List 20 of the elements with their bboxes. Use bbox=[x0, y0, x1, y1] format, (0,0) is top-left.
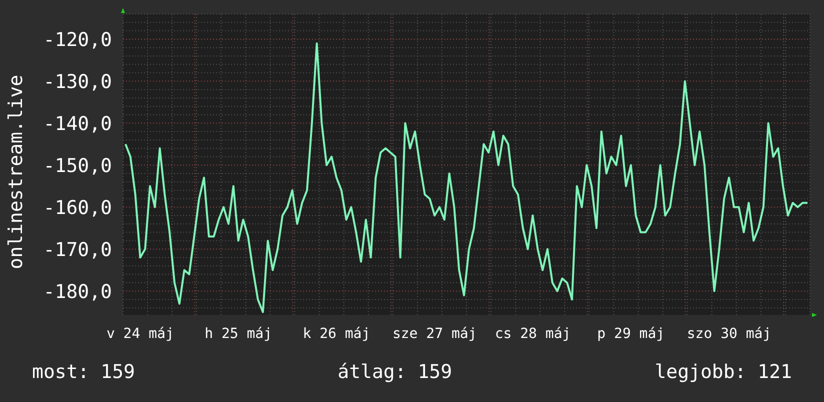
x-tick-label: cs 28 máj bbox=[494, 326, 571, 342]
x-tick-label: sze 27 máj bbox=[392, 326, 477, 342]
y-tick-label: -170,0 bbox=[43, 239, 112, 262]
legend-text: legjobb: 121 bbox=[654, 361, 792, 383]
x-tick-label: szo 30 máj bbox=[686, 326, 772, 342]
x-axis-arrow-icon bbox=[812, 313, 817, 317]
y-tick-label: -180,0 bbox=[43, 281, 112, 304]
y-tick-label: -120,0 bbox=[43, 29, 112, 52]
x-tick-label: h 25 máj bbox=[204, 326, 272, 342]
y-tick-label: -130,0 bbox=[43, 71, 112, 94]
y-tick-label: -150,0 bbox=[43, 155, 112, 178]
x-tick-label: v 24 máj bbox=[106, 326, 174, 342]
x-tick-label: k 26 máj bbox=[302, 326, 370, 342]
y-tick-label: -160,0 bbox=[43, 197, 112, 220]
y-tick-label: -140,0 bbox=[43, 113, 112, 136]
x-tick-label: p 29 máj bbox=[597, 326, 665, 342]
y-axis-arrow-icon bbox=[121, 8, 125, 13]
legend-text: most: 159 bbox=[32, 361, 135, 383]
y-axis-title: onlinestream.live bbox=[5, 74, 27, 270]
legend-text: átlag: 159 bbox=[338, 361, 452, 383]
